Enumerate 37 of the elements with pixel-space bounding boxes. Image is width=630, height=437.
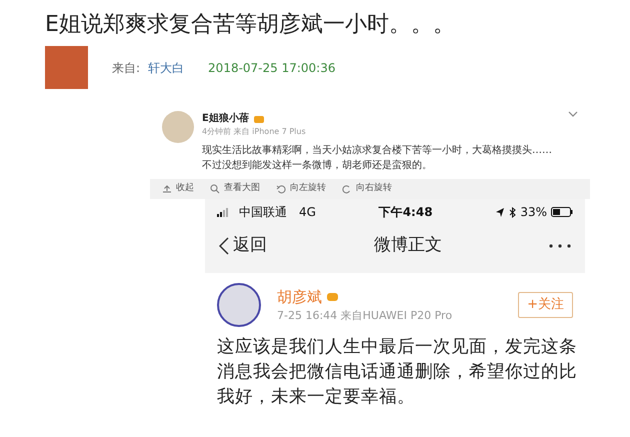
page-title: 微博正文 [374,234,442,258]
post-text-line: 我好，未来一定要幸福。 [217,386,416,409]
back-chevron-icon[interactable] [219,237,229,255]
battery-icon [551,207,573,217]
signal-icon [217,208,231,216]
toolbar-action[interactable]: 向右旋转 [356,182,392,196]
collapse-icon [162,184,172,194]
network-type: 4G [299,204,316,221]
more-icon[interactable] [549,244,571,248]
toolbar-action[interactable]: 向左旋转 [290,182,326,196]
bluetooth-icon [509,206,516,218]
search-icon [210,184,220,194]
toolbar-action[interactable]: 查看大图 [224,182,260,196]
user-name: 胡彦斌 [277,286,322,308]
post-text-line: 不过没想到能发这样一条微博，胡老师还是蛮狠的。 [202,158,432,173]
back-link[interactable]: 返回 [233,233,267,259]
rotate-left-icon [276,184,286,194]
carrier-name: 中国联通 [239,204,287,221]
battery-percent: 33% [520,204,547,221]
cat-avatar [162,111,194,143]
post-meta: 7-25 16:44 来自HUAWEI P20 Pro [277,308,454,324]
post-text-line: 现实生活比故事精彩啊，当天小姑凉求复合楼下苦等一小时，大葛格摸摸头…… [202,144,552,158]
toolbar-action[interactable]: 收起 [176,182,194,196]
article-title: E姐说郑爽求复合苦等胡彦斌一小时。。。 [45,11,456,39]
author-link[interactable]: 轩大白 [148,58,184,76]
source-label: 来自: [112,60,140,76]
post-text-line: 这应该是我们人生中最后一次见面，发完这条 [217,336,573,359]
location-arrow-icon [495,207,506,217]
post-timestamp: 2018-07-25 17:00:36 [208,60,336,76]
avatar-placeholder [45,46,88,89]
post-text-line: 消息我会把微信电话通通删除，希望你过的比 [217,361,573,384]
rotate-right-icon [342,184,352,194]
post-meta: 4分钟前 来自 iPhone 7 Plus [202,126,307,138]
chevron-down-icon[interactable] [568,111,578,118]
user-avatar [217,283,261,327]
user-name: E姐狼小蓓 [202,112,249,126]
status-time: 下午4:48 [378,204,433,221]
